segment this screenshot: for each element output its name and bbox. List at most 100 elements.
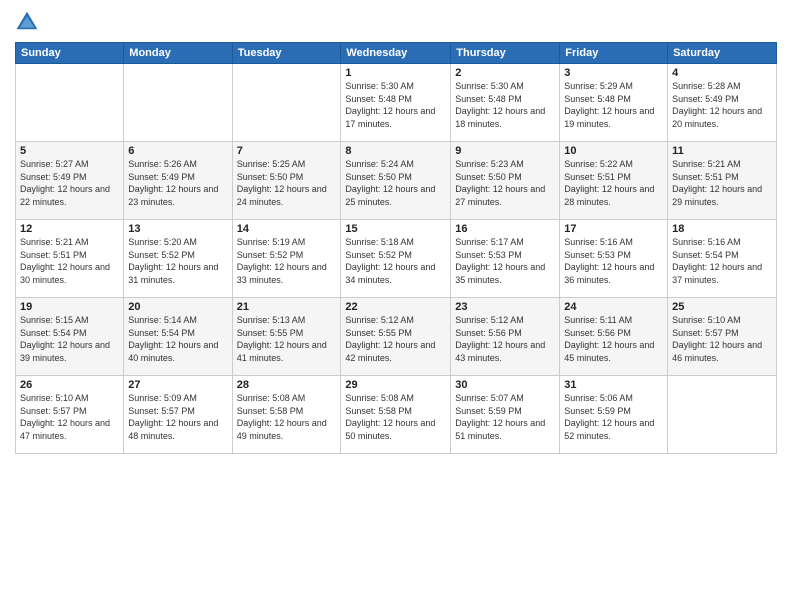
weekday-header: Saturday [668, 43, 777, 64]
calendar-cell: 12Sunrise: 5:21 AMSunset: 5:51 PMDayligh… [16, 220, 124, 298]
calendar-cell: 31Sunrise: 5:06 AMSunset: 5:59 PMDayligh… [560, 376, 668, 454]
calendar-cell: 26Sunrise: 5:10 AMSunset: 5:57 PMDayligh… [16, 376, 124, 454]
calendar-cell: 14Sunrise: 5:19 AMSunset: 5:52 PMDayligh… [232, 220, 341, 298]
day-info: Sunrise: 5:19 AMSunset: 5:52 PMDaylight:… [237, 236, 337, 286]
calendar-cell: 25Sunrise: 5:10 AMSunset: 5:57 PMDayligh… [668, 298, 777, 376]
day-number: 11 [672, 145, 772, 157]
day-info: Sunrise: 5:16 AMSunset: 5:54 PMDaylight:… [672, 236, 772, 286]
calendar-cell [124, 64, 232, 142]
day-number: 3 [564, 67, 663, 79]
day-number: 28 [237, 379, 337, 391]
day-info: Sunrise: 5:14 AMSunset: 5:54 PMDaylight:… [128, 314, 227, 364]
day-number: 16 [455, 223, 555, 235]
calendar-cell: 13Sunrise: 5:20 AMSunset: 5:52 PMDayligh… [124, 220, 232, 298]
day-number: 13 [128, 223, 227, 235]
day-number: 31 [564, 379, 663, 391]
calendar-cell: 6Sunrise: 5:26 AMSunset: 5:49 PMDaylight… [124, 142, 232, 220]
header [15, 10, 777, 34]
day-info: Sunrise: 5:29 AMSunset: 5:48 PMDaylight:… [564, 80, 663, 130]
calendar-cell: 21Sunrise: 5:13 AMSunset: 5:55 PMDayligh… [232, 298, 341, 376]
calendar-cell: 24Sunrise: 5:11 AMSunset: 5:56 PMDayligh… [560, 298, 668, 376]
day-number: 26 [20, 379, 119, 391]
calendar-cell: 7Sunrise: 5:25 AMSunset: 5:50 PMDaylight… [232, 142, 341, 220]
calendar-cell: 10Sunrise: 5:22 AMSunset: 5:51 PMDayligh… [560, 142, 668, 220]
day-info: Sunrise: 5:06 AMSunset: 5:59 PMDaylight:… [564, 392, 663, 442]
calendar-cell: 2Sunrise: 5:30 AMSunset: 5:48 PMDaylight… [451, 64, 560, 142]
day-number: 12 [20, 223, 119, 235]
weekday-header: Wednesday [341, 43, 451, 64]
calendar-cell: 23Sunrise: 5:12 AMSunset: 5:56 PMDayligh… [451, 298, 560, 376]
day-number: 8 [345, 145, 446, 157]
day-info: Sunrise: 5:17 AMSunset: 5:53 PMDaylight:… [455, 236, 555, 286]
day-info: Sunrise: 5:11 AMSunset: 5:56 PMDaylight:… [564, 314, 663, 364]
day-number: 7 [237, 145, 337, 157]
day-info: Sunrise: 5:24 AMSunset: 5:50 PMDaylight:… [345, 158, 446, 208]
calendar-cell: 29Sunrise: 5:08 AMSunset: 5:58 PMDayligh… [341, 376, 451, 454]
day-number: 5 [20, 145, 119, 157]
day-number: 30 [455, 379, 555, 391]
day-info: Sunrise: 5:22 AMSunset: 5:51 PMDaylight:… [564, 158, 663, 208]
day-info: Sunrise: 5:18 AMSunset: 5:52 PMDaylight:… [345, 236, 446, 286]
weekday-header: Friday [560, 43, 668, 64]
day-info: Sunrise: 5:26 AMSunset: 5:49 PMDaylight:… [128, 158, 227, 208]
day-info: Sunrise: 5:25 AMSunset: 5:50 PMDaylight:… [237, 158, 337, 208]
weekday-header: Sunday [16, 43, 124, 64]
calendar-cell: 9Sunrise: 5:23 AMSunset: 5:50 PMDaylight… [451, 142, 560, 220]
calendar-cell: 30Sunrise: 5:07 AMSunset: 5:59 PMDayligh… [451, 376, 560, 454]
calendar-cell: 3Sunrise: 5:29 AMSunset: 5:48 PMDaylight… [560, 64, 668, 142]
day-number: 2 [455, 67, 555, 79]
day-info: Sunrise: 5:27 AMSunset: 5:49 PMDaylight:… [20, 158, 119, 208]
day-number: 22 [345, 301, 446, 313]
weekday-header: Thursday [451, 43, 560, 64]
day-info: Sunrise: 5:16 AMSunset: 5:53 PMDaylight:… [564, 236, 663, 286]
day-info: Sunrise: 5:12 AMSunset: 5:55 PMDaylight:… [345, 314, 446, 364]
day-number: 15 [345, 223, 446, 235]
day-info: Sunrise: 5:15 AMSunset: 5:54 PMDaylight:… [20, 314, 119, 364]
calendar-cell: 11Sunrise: 5:21 AMSunset: 5:51 PMDayligh… [668, 142, 777, 220]
calendar-cell: 16Sunrise: 5:17 AMSunset: 5:53 PMDayligh… [451, 220, 560, 298]
calendar-cell: 1Sunrise: 5:30 AMSunset: 5:48 PMDaylight… [341, 64, 451, 142]
day-info: Sunrise: 5:07 AMSunset: 5:59 PMDaylight:… [455, 392, 555, 442]
calendar-cell: 17Sunrise: 5:16 AMSunset: 5:53 PMDayligh… [560, 220, 668, 298]
day-info: Sunrise: 5:10 AMSunset: 5:57 PMDaylight:… [20, 392, 119, 442]
day-info: Sunrise: 5:13 AMSunset: 5:55 PMDaylight:… [237, 314, 337, 364]
day-number: 19 [20, 301, 119, 313]
day-number: 17 [564, 223, 663, 235]
calendar-cell: 28Sunrise: 5:08 AMSunset: 5:58 PMDayligh… [232, 376, 341, 454]
calendar-cell: 22Sunrise: 5:12 AMSunset: 5:55 PMDayligh… [341, 298, 451, 376]
day-info: Sunrise: 5:10 AMSunset: 5:57 PMDaylight:… [672, 314, 772, 364]
weekday-header: Tuesday [232, 43, 341, 64]
day-number: 23 [455, 301, 555, 313]
day-info: Sunrise: 5:23 AMSunset: 5:50 PMDaylight:… [455, 158, 555, 208]
day-number: 27 [128, 379, 227, 391]
calendar-cell: 4Sunrise: 5:28 AMSunset: 5:49 PMDaylight… [668, 64, 777, 142]
day-info: Sunrise: 5:09 AMSunset: 5:57 PMDaylight:… [128, 392, 227, 442]
day-number: 14 [237, 223, 337, 235]
day-info: Sunrise: 5:20 AMSunset: 5:52 PMDaylight:… [128, 236, 227, 286]
calendar-cell [668, 376, 777, 454]
calendar-cell: 8Sunrise: 5:24 AMSunset: 5:50 PMDaylight… [341, 142, 451, 220]
day-info: Sunrise: 5:12 AMSunset: 5:56 PMDaylight:… [455, 314, 555, 364]
day-number: 6 [128, 145, 227, 157]
day-number: 10 [564, 145, 663, 157]
day-number: 20 [128, 301, 227, 313]
calendar-cell [232, 64, 341, 142]
day-number: 21 [237, 301, 337, 313]
logo [15, 10, 43, 34]
day-info: Sunrise: 5:21 AMSunset: 5:51 PMDaylight:… [672, 158, 772, 208]
calendar-cell: 18Sunrise: 5:16 AMSunset: 5:54 PMDayligh… [668, 220, 777, 298]
calendar-cell: 27Sunrise: 5:09 AMSunset: 5:57 PMDayligh… [124, 376, 232, 454]
calendar-cell [16, 64, 124, 142]
day-info: Sunrise: 5:21 AMSunset: 5:51 PMDaylight:… [20, 236, 119, 286]
day-number: 24 [564, 301, 663, 313]
day-number: 9 [455, 145, 555, 157]
weekday-header: Monday [124, 43, 232, 64]
day-number: 29 [345, 379, 446, 391]
day-info: Sunrise: 5:08 AMSunset: 5:58 PMDaylight:… [237, 392, 337, 442]
logo-icon [15, 10, 39, 34]
day-number: 1 [345, 67, 446, 79]
calendar-cell: 5Sunrise: 5:27 AMSunset: 5:49 PMDaylight… [16, 142, 124, 220]
day-info: Sunrise: 5:08 AMSunset: 5:58 PMDaylight:… [345, 392, 446, 442]
day-info: Sunrise: 5:28 AMSunset: 5:49 PMDaylight:… [672, 80, 772, 130]
day-number: 4 [672, 67, 772, 79]
